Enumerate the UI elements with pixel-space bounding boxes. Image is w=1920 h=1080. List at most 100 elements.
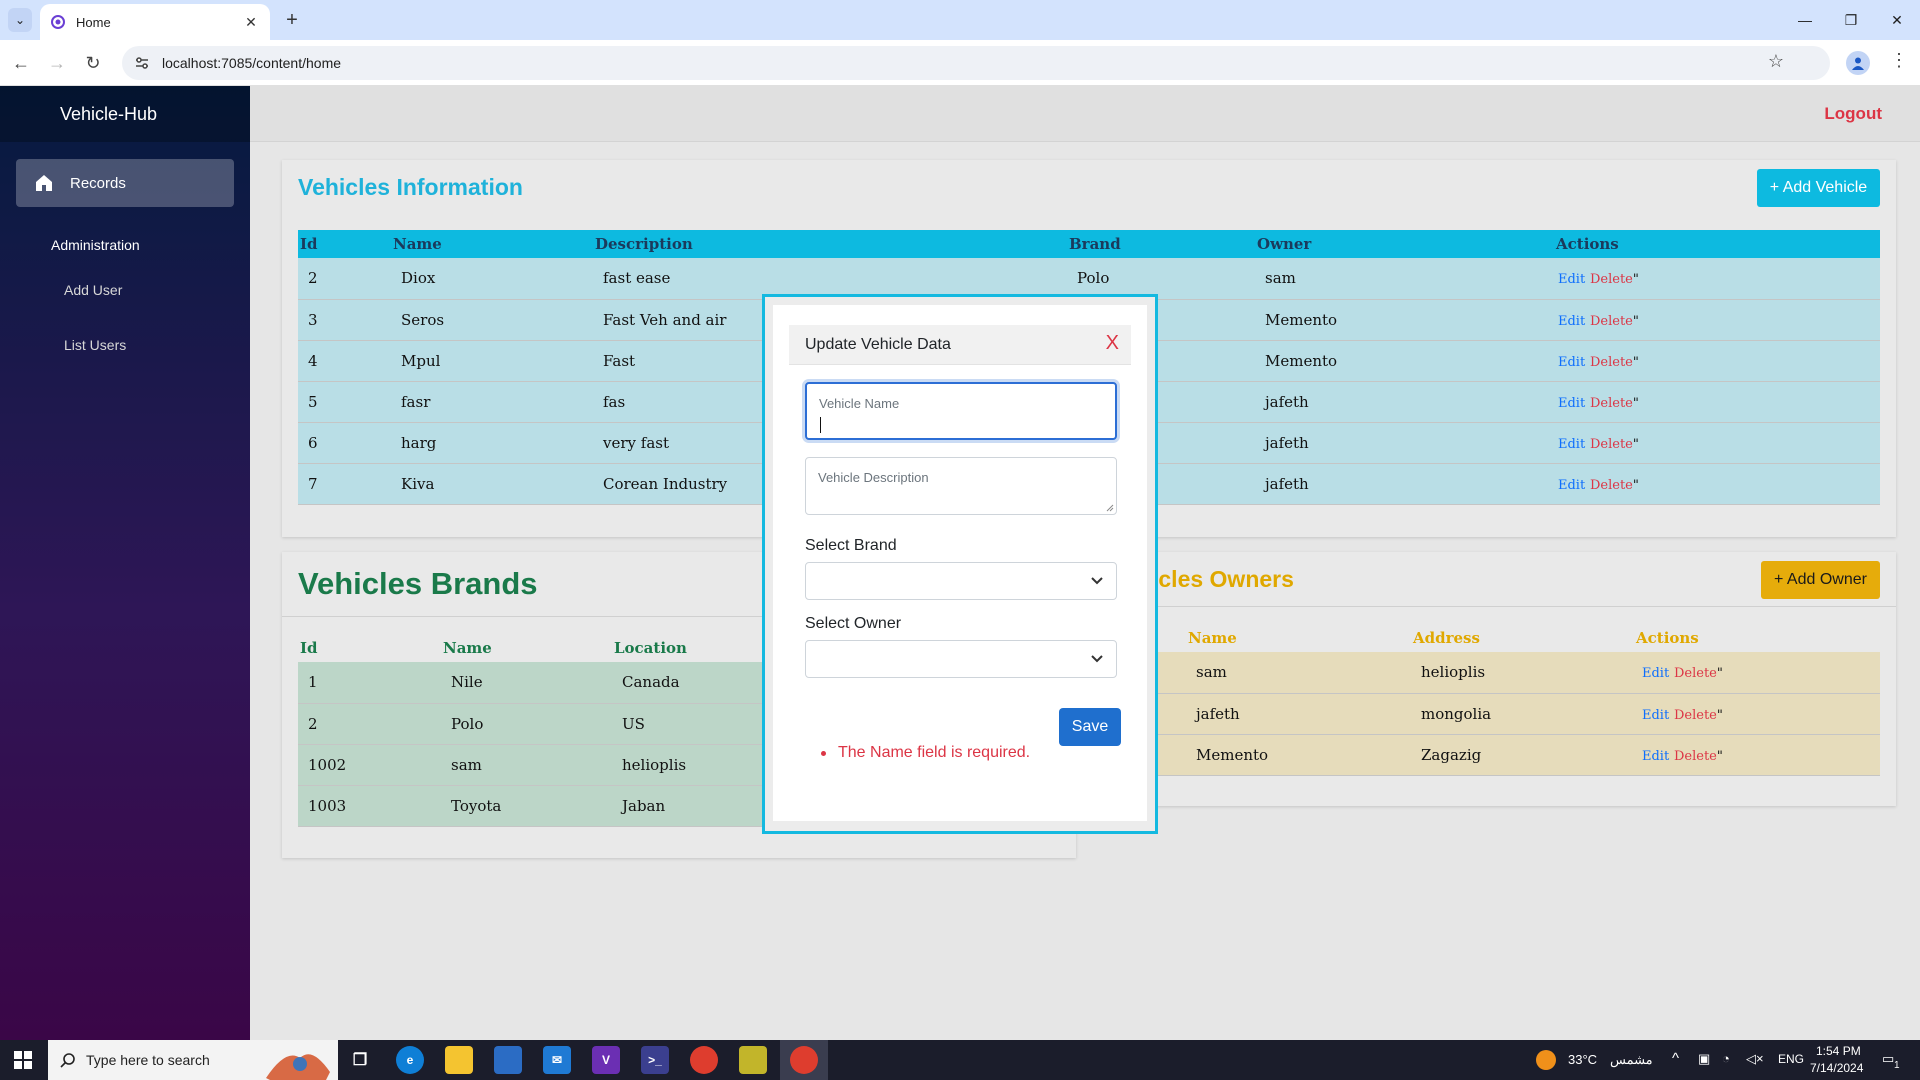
edit-link[interactable]: Edit [1642, 666, 1669, 681]
stray-quote: " [1716, 748, 1723, 764]
sidebar-item-add-user[interactable]: Add User [64, 282, 122, 298]
tray-chevron-icon[interactable]: ^ [1672, 1050, 1679, 1067]
edit-link[interactable]: Edit [1558, 478, 1585, 493]
back-icon[interactable]: ← [8, 50, 34, 76]
delete-link[interactable]: Delete [1674, 708, 1717, 723]
chrome-icon[interactable] [690, 1046, 718, 1074]
add-vehicle-button[interactable]: + Add Vehicle [1757, 169, 1880, 207]
new-tab-icon[interactable]: + [280, 8, 304, 32]
search-icon [60, 1053, 75, 1068]
vehicle-description-cell: fast ease [593, 258, 1067, 300]
sidebar-item-records[interactable]: Records [16, 159, 234, 207]
minimize-icon[interactable]: — [1782, 6, 1828, 34]
delete-link[interactable]: Delete [1590, 437, 1633, 452]
brand-select[interactable] [805, 562, 1117, 600]
task-view-icon[interactable]: ❐ [346, 1046, 374, 1074]
vehicle-description-input[interactable]: Vehicle Description [805, 457, 1117, 515]
brand-id-cell: 1 [298, 662, 441, 704]
logout-link[interactable]: Logout [1824, 104, 1882, 124]
edit-link[interactable]: Edit [1642, 708, 1669, 723]
url-text: localhost:7085/content/home [162, 55, 342, 71]
visual-studio-icon[interactable]: V [592, 1046, 620, 1074]
chrome-active-icon[interactable] [790, 1046, 818, 1074]
delete-link[interactable]: Delete [1674, 666, 1717, 681]
delete-link[interactable]: Delete [1590, 355, 1633, 370]
restore-icon[interactable]: ❐ [1828, 6, 1874, 34]
weather-condition[interactable]: مشمس [1610, 1052, 1653, 1068]
edge-browser-icon[interactable]: e [396, 1046, 424, 1074]
vehicle-name-cell: fasr [391, 381, 593, 423]
owner-name-cell: jafeth [1186, 693, 1411, 735]
delete-link[interactable]: Delete [1590, 314, 1633, 329]
address-bar[interactable]: localhost:7085/content/home ☆ [122, 46, 1830, 80]
browser-menu-icon[interactable]: ⋮ [1890, 50, 1908, 71]
modal-title: Update Vehicle Data [805, 336, 951, 353]
mail-icon[interactable]: ✉ [543, 1046, 571, 1074]
network-icon[interactable]: ▣ [1698, 1051, 1710, 1067]
vehicle-description-label: Vehicle Description [818, 470, 929, 485]
weather-icon[interactable] [1536, 1050, 1556, 1070]
save-button[interactable]: Save [1059, 708, 1121, 746]
clock-time[interactable]: 1:54 PM [1816, 1044, 1861, 1058]
bookmark-star-icon[interactable]: ☆ [1768, 51, 1784, 72]
clock-date[interactable]: 7/14/2024 [1810, 1061, 1863, 1075]
stray-quote: " [1632, 395, 1639, 411]
vehicle-id-cell: 3 [298, 299, 391, 341]
volume-icon[interactable]: ◁× [1746, 1051, 1764, 1067]
profile-avatar-icon[interactable] [1846, 51, 1870, 75]
edit-link[interactable]: Edit [1558, 272, 1585, 287]
column-header: Name [443, 639, 492, 657]
tab-close-icon[interactable]: ✕ [242, 14, 260, 31]
modal-close-icon[interactable]: X [1106, 332, 1119, 355]
browser-tab-home[interactable]: Home ✕ [40, 4, 270, 40]
notification-icon[interactable]: ▭ [1882, 1051, 1894, 1067]
edit-link[interactable]: Edit [1558, 355, 1585, 370]
language-indicator[interactable]: ENG [1778, 1052, 1804, 1066]
file-explorer-icon[interactable] [445, 1046, 473, 1074]
vehicle-name-cell: Seros [391, 299, 593, 341]
resize-handle-icon[interactable] [1106, 504, 1114, 512]
tab-search-icon[interactable]: ⌄ [8, 8, 32, 32]
weather-temp[interactable]: 33°C [1568, 1052, 1597, 1067]
taskbar-search[interactable]: Type here to search [48, 1040, 338, 1080]
column-header: Id [298, 230, 391, 258]
delete-link[interactable]: Delete [1674, 749, 1717, 764]
column-header: Actions [1636, 629, 1699, 647]
windows-start-icon[interactable] [0, 1040, 46, 1080]
edit-link[interactable]: Edit [1558, 314, 1585, 329]
brand-name-cell: Polo [441, 703, 612, 745]
brand-name-cell: Nile [441, 662, 612, 704]
chevron-down-icon [1091, 577, 1103, 585]
column-header: Owner [1255, 230, 1554, 258]
delete-link[interactable]: Delete [1590, 478, 1633, 493]
stray-quote: " [1632, 477, 1639, 493]
terminal-icon[interactable]: >_ [641, 1046, 669, 1074]
edit-link[interactable]: Edit [1558, 437, 1585, 452]
site-info-icon[interactable] [134, 55, 150, 71]
reload-icon[interactable]: ↻ [80, 50, 106, 76]
delete-link[interactable]: Delete [1590, 272, 1633, 287]
vehicle-id-cell: 5 [298, 381, 391, 423]
forward-icon[interactable]: → [44, 50, 70, 76]
owner-select[interactable] [805, 640, 1117, 678]
column-header: Description [593, 230, 1067, 258]
brand-id-cell: 1002 [298, 744, 441, 786]
vehicle-name-cell: Kiva [391, 463, 593, 505]
wifi-icon[interactable]: ◔ [1722, 1051, 1730, 1066]
window-close-icon[interactable]: ✕ [1874, 6, 1920, 34]
edit-link[interactable]: Edit [1642, 749, 1669, 764]
microsoft-store-icon[interactable] [494, 1046, 522, 1074]
add-owner-button[interactable]: + Add Owner [1761, 561, 1880, 599]
search-highlight-icon [266, 1054, 330, 1080]
delete-link[interactable]: Delete [1590, 396, 1633, 411]
vehicle-name-input[interactable]: Vehicle Name [805, 382, 1117, 440]
actions-cell: Edit Delete" [1634, 734, 1880, 776]
edit-link[interactable]: Edit [1558, 396, 1585, 411]
vehicles-title: Vehicles Information [298, 174, 523, 200]
chevron-down-icon [1091, 655, 1103, 663]
sidebar-item-list-users[interactable]: List Users [64, 337, 126, 353]
app-icon[interactable] [739, 1046, 767, 1074]
sidebar-item-label: Records [70, 174, 126, 192]
app-brand[interactable]: Vehicle-Hub [0, 86, 250, 142]
stray-quote: " [1632, 436, 1639, 452]
